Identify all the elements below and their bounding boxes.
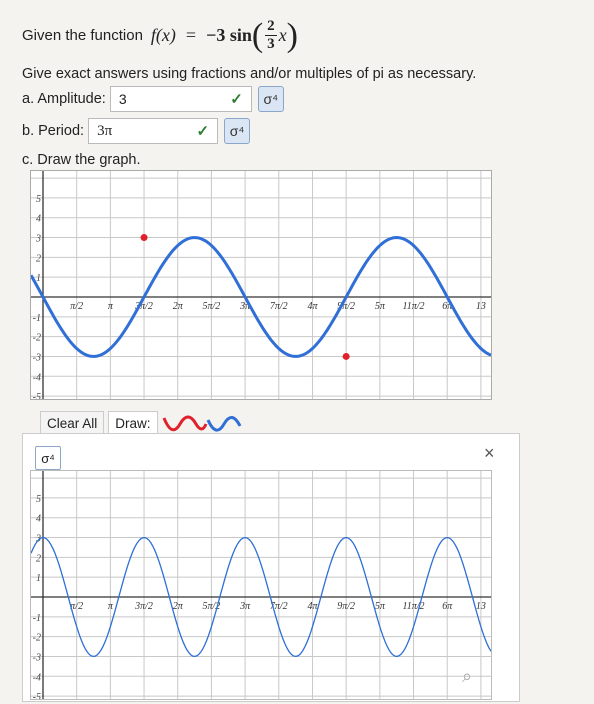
- right-paren: ): [286, 16, 298, 54]
- fraction-denominator: 3: [267, 36, 275, 52]
- key-point: [342, 352, 350, 360]
- x-tick-label: 9π/2: [337, 601, 355, 612]
- y-tick-label: 4: [36, 514, 41, 525]
- y-tick-label: 5: [36, 494, 41, 505]
- y-tick-label: 4: [36, 214, 41, 225]
- x-tick-label: 3π: [239, 601, 251, 612]
- math-keyboard-button[interactable]: σ⁴: [257, 86, 284, 112]
- math-keyboard-icon[interactable]: σ⁴: [35, 446, 61, 470]
- part-c-label: c. Draw the graph.: [22, 152, 141, 168]
- math-keyboard-icon: σ⁴: [229, 123, 245, 139]
- graph-canvas[interactable]: π/2 π 3π/2 2π 5π/2 3π 7π/2 4π 9π/2 5π 11π/2 6π 13 5 4 3…: [29, 170, 492, 403]
- y-tick-label: 1: [36, 573, 41, 584]
- period-label: b. Period:: [22, 123, 85, 139]
- fraction-numerator: 2: [265, 18, 277, 36]
- x-tick-label: 2π: [173, 301, 184, 312]
- question-line: Given the function f(x) = −3 sin ( 2 3 x…: [22, 18, 298, 53]
- y-tick-label: -2: [33, 633, 41, 644]
- check-icon: ✓: [196, 123, 210, 140]
- x-tick-label: π: [108, 601, 114, 612]
- x-tick-label: 4π: [307, 301, 318, 312]
- y-tick-label: 5: [36, 194, 41, 205]
- amplitude-value: 3: [118, 91, 127, 107]
- clear-all-button[interactable]: Clear All: [40, 410, 105, 436]
- period-row: b. Period: 3π ✓ σ⁴: [22, 118, 251, 144]
- y-tick-label: -5: [33, 392, 41, 399]
- x-tick-label: 13: [476, 601, 486, 612]
- y-tick-label: 3: [35, 234, 41, 245]
- x-tick-label: 11π/2: [403, 601, 425, 612]
- y-tick-label: -2: [33, 333, 41, 344]
- preview-graph: π/2 π 3π/2 2π 5π/2 3π 7π/2 4π 9π/2 5π 11π/2 6π 13 5 4 3…: [30, 470, 492, 703]
- x-tick-label: 5π: [375, 601, 386, 612]
- fraction: 2 3: [265, 18, 277, 53]
- question-prefix: Given the function: [22, 27, 143, 44]
- function-name: f(x): [150, 25, 176, 45]
- amplitude-input[interactable]: 3 ✓: [109, 86, 252, 112]
- x-tick-label: π: [108, 301, 114, 312]
- magnify-icon[interactable]: ⌕: [462, 666, 472, 687]
- math-keyboard-icon: σ⁴: [263, 91, 279, 107]
- y-tick-label: -1: [33, 313, 41, 324]
- preview-graph-svg: π/2 π 3π/2 2π 5π/2 3π 7π/2 4π 9π/2 5π 11π/2 6π 13543…: [30, 471, 492, 703]
- y-tick-label: -4: [33, 372, 41, 383]
- y-tick-label: -4: [33, 672, 41, 683]
- left-paren: (: [251, 16, 264, 54]
- x-tick-label: 13: [476, 301, 486, 312]
- function-variable: x: [278, 25, 287, 45]
- y-tick-label: -3: [33, 652, 41, 663]
- x-tick-label: 3π/2: [134, 601, 153, 612]
- check-icon: ✓: [230, 91, 243, 108]
- amplitude-label: a. Amplitude:: [22, 91, 106, 107]
- amplitude-row: a. Amplitude: 3 ✓ σ⁴: [22, 86, 284, 112]
- equals-sign: =: [185, 25, 197, 45]
- draw-label: Draw:: [108, 410, 158, 436]
- x-tick-label: 6π: [442, 601, 453, 612]
- instructions: Give exact answers using fractions and/o…: [22, 66, 477, 82]
- y-tick-label: 2: [36, 253, 41, 264]
- period-value: 3π: [97, 122, 113, 139]
- y-tick-label: -1: [33, 613, 41, 624]
- y-tick-label: 2: [36, 553, 41, 564]
- graph-svg[interactable]: π/2 π 3π/2 2π 5π/2 3π 7π/2 4π 9π/2 5π 11π/2 6π 13543…: [29, 171, 492, 403]
- key-point: [140, 234, 148, 242]
- x-tick-label: 5π/2: [203, 301, 221, 312]
- close-icon[interactable]: ×: [484, 443, 495, 464]
- x-tick-label: 7π/2: [270, 301, 288, 312]
- x-tick-label: 5π: [375, 301, 386, 312]
- x-tick-label: π/2: [70, 301, 83, 312]
- x-tick-label: 2π: [173, 601, 184, 612]
- y-tick-label: -3: [33, 352, 41, 363]
- period-input[interactable]: 3π ✓: [88, 118, 219, 144]
- function-coefficient: −3 sin: [206, 25, 252, 45]
- math-keyboard-button[interactable]: σ⁴: [224, 118, 251, 144]
- x-tick-label: 11π/2: [403, 301, 425, 312]
- y-tick-label: -5: [33, 692, 41, 699]
- function-expression: f(x) = −3 sin ( 2 3 x ): [151, 18, 298, 53]
